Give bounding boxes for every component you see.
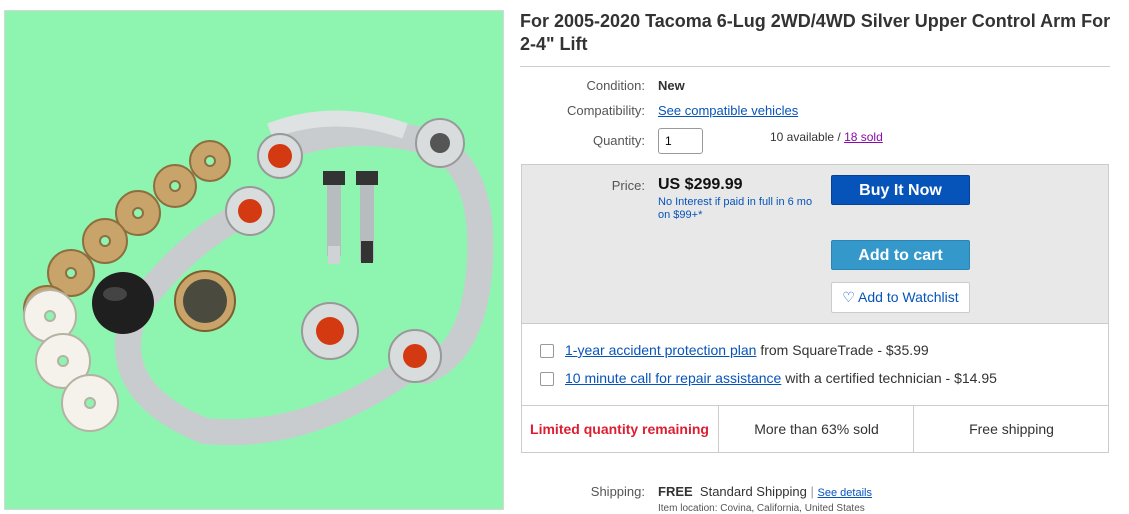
protection-plan-link[interactable]: 1-year accident protection plan [565,342,756,358]
add-to-cart-button[interactable]: Add to cart [831,240,970,270]
shipping-separator: | [810,484,814,499]
sold-count-link[interactable]: 18 sold [844,130,883,144]
repair-call-option: 10 minute call for repair assistance wit… [565,370,997,386]
listing-title: For 2005-2020 Tacoma 6-Lug 2WD/4WD Silve… [520,11,1111,54]
product-image[interactable] [4,10,504,510]
protection-plan-text: from SquareTrade - $35.99 [760,342,929,358]
buy-it-now-button[interactable]: Buy It Now [831,175,970,205]
control-arm-photo [5,11,503,509]
add-to-watchlist-button[interactable]: ♡ Add to Watchlist [831,282,970,313]
protection-plan-option: 1-year accident protection plan from Squ… [565,342,929,358]
item-location: Item location: Covina, California, Unite… [658,503,865,514]
shipping-method: Standard Shipping [699,484,807,499]
protection-plan-checkbox[interactable] [540,344,554,358]
shipping-label: Shipping: [590,484,645,499]
see-compatible-vehicles-link[interactable]: See compatible vehicles [658,103,798,118]
heart-icon: ♡ [842,289,855,305]
free-shipping-badge: Free shipping [969,421,1054,437]
repair-call-link[interactable]: 10 minute call for repair assistance [565,370,781,386]
watchlist-label: Add to Watchlist [858,289,959,305]
price-amount: US $299.99 [658,176,743,193]
quantity-availability: 10 available / 18 sold [770,130,883,144]
sold-percent-badge: More than 63% sold [754,421,879,437]
financing-offer[interactable]: No Interest if paid in full in 6 mo on $… [658,196,818,222]
see-details-link[interactable]: See details [818,487,872,499]
repair-call-checkbox[interactable] [540,372,554,386]
shipping-free: FREE [658,484,693,499]
shipping-info: FREE Standard Shipping | See details [658,484,872,499]
quantity-label: Quantity: [592,133,645,148]
condition-value: New [658,78,685,93]
repair-call-text: with a certified technician - $14.95 [785,370,997,386]
compatibility-label: Compatibility: [566,103,645,118]
limited-quantity-badge: Limited quantity remaining [530,421,709,437]
title-divider [520,66,1110,67]
condition-label: Condition: [586,78,645,93]
available-count: 10 available / [770,130,841,144]
price-label: Price: [611,178,645,193]
quantity-input[interactable] [658,128,703,154]
